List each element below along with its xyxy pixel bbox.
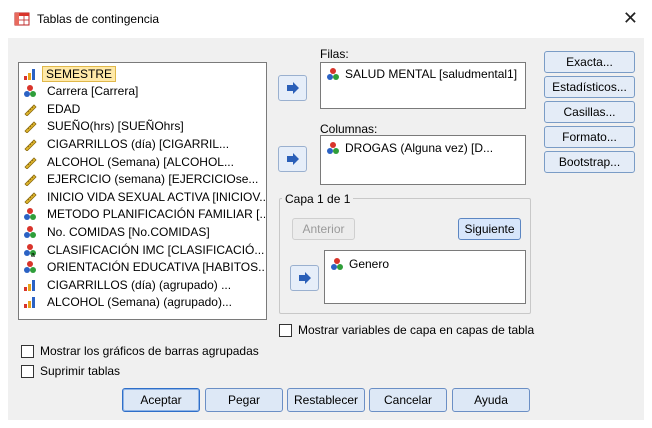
source-variable-list[interactable]: SEMESTRE Carrera [Carrera] EDAD SUEÑO(hrs) … [18, 62, 267, 320]
ordinal-icon [22, 277, 38, 293]
nominal-icon [22, 259, 38, 275]
move-to-layer-button[interactable] [290, 265, 319, 291]
nominal-icon [22, 206, 38, 222]
reset-button[interactable]: Restablecer [287, 388, 365, 412]
variable-label: CLASIFICACIÓN IMC [CLASIFICACIÓ... [47, 242, 265, 257]
variable-list-item[interactable]: SUEÑO(hrs) [SUEÑOhrs] [22, 118, 265, 135]
variable-label: INICIO VIDA SEXUAL ACTIVA [INICIOV... [47, 189, 265, 204]
svg-text:a: a [31, 252, 35, 257]
clustered-bars-label: Mostrar los gráficos de barras agrupadas [40, 344, 259, 358]
suppress-tables-label: Suprimir tablas [40, 364, 121, 378]
variable-list-item[interactable]: CIGARRILLOS (día) (agrupado) ... [22, 276, 265, 293]
variable-label: EDAD [47, 101, 81, 116]
variable-list-item[interactable]: INICIO VIDA SEXUAL ACTIVA [INICIOV... [22, 188, 265, 205]
variable-list-item[interactable]: EJERCICIO (semana) [EJERCICIOse... [22, 171, 265, 188]
title-bar: Tablas de contingencia ✕ [0, 0, 652, 38]
variable-label: EJERCICIO (semana) [EJERCICIOse... [47, 172, 259, 187]
previous-layer-button[interactable]: Anterior [292, 218, 355, 240]
statistics-button[interactable]: Estadísticos... [544, 76, 635, 98]
help-button[interactable]: Ayuda [452, 388, 530, 412]
variable-label: Carrera [Carrera] [47, 84, 139, 99]
layer-variables-checkbox[interactable] [279, 323, 292, 337]
nominal-icon [22, 83, 38, 99]
paste-button[interactable]: Pegar [205, 388, 283, 412]
rows-item-label: SALUD MENTAL [saludmental1] [345, 67, 518, 81]
move-to-columns-button[interactable] [278, 146, 307, 172]
arrow-right-icon [298, 272, 311, 284]
variable-list-item[interactable]: METODO PLANIFICACIÓN FAMILIAR [... [22, 206, 265, 223]
layer-group-title: Capa 1 de 1 [282, 192, 354, 206]
nominal-string-icon: a [22, 242, 38, 258]
scale-icon [22, 189, 38, 205]
nominal-icon [325, 66, 341, 82]
ok-button[interactable]: Aceptar [122, 388, 200, 412]
crosstabs-app-icon [14, 11, 30, 27]
layer-variables-label: Mostrar variables de capa en capas de ta… [298, 323, 535, 337]
nominal-icon [325, 140, 341, 156]
layer-variables-option[interactable]: Mostrar variables de capa en capas de ta… [279, 323, 534, 337]
variable-list-item[interactable]: ALCOHOL (Semana) (agrupado)... [22, 294, 265, 311]
columns-list[interactable]: DROGAS (Alguna vez) [D... [320, 135, 526, 185]
scale-icon [22, 101, 38, 117]
rows-label: Filas: [320, 47, 349, 61]
close-icon[interactable]: ✕ [623, 8, 638, 28]
suppress-tables-option[interactable]: Suprimir tablas [21, 364, 120, 378]
window-title: Tablas de contingencia [37, 12, 160, 26]
format-button[interactable]: Formato... [544, 126, 635, 148]
variable-label: ORIENTACIÓN EDUCATIVA [HABITOS... [47, 260, 265, 275]
exact-button[interactable]: Exacta... [544, 51, 635, 73]
ordinal-icon [22, 294, 38, 310]
variable-label: CIGARRILLOS (día) (agrupado) ... [47, 277, 232, 292]
columns-label: Columnas: [320, 122, 378, 136]
layer-item-label: Genero [349, 257, 390, 271]
nominal-icon [329, 256, 345, 272]
columns-item-label: DROGAS (Alguna vez) [D... [345, 141, 494, 155]
scale-icon [22, 171, 38, 187]
variable-list-item[interactable]: ALCOHOL (Semana) [ALCOHOL... [22, 153, 265, 170]
variable-list-item[interactable]: EDAD [22, 100, 265, 117]
cells-button[interactable]: Casillas... [544, 101, 635, 123]
variable-label: ALCOHOL (Semana) [ALCOHOL... [47, 154, 234, 169]
variable-list-item[interactable]: No. COMIDAS [No.COMIDAS] [22, 223, 265, 240]
ordinal-icon [22, 66, 38, 82]
variable-label: METODO PLANIFICACIÓN FAMILIAR [... [47, 207, 265, 222]
arrow-right-icon [286, 82, 299, 94]
scale-icon [22, 154, 38, 170]
move-to-rows-button[interactable] [278, 75, 307, 101]
bootstrap-button[interactable]: Bootstrap... [544, 151, 635, 173]
variable-label: ALCOHOL (Semana) (agrupado)... [47, 295, 232, 310]
variable-list-item[interactable]: CIGARRILLOS (día) [CIGARRIL... [22, 135, 265, 152]
variable-label: SUEÑO(hrs) [SUEÑOhrs] [47, 119, 184, 134]
variable-list-item[interactable]: a CLASIFICACIÓN IMC [CLASIFICACIÓ... [22, 241, 265, 258]
variable-list-item[interactable]: ORIENTACIÓN EDUCATIVA [HABITOS... [22, 259, 265, 276]
suppress-tables-checkbox[interactable] [21, 364, 34, 378]
variable-label: No. COMIDAS [No.COMIDAS] [47, 224, 210, 239]
variable-list-item[interactable]: SEMESTRE [22, 65, 265, 82]
scale-icon [22, 136, 38, 152]
cancel-button[interactable]: Cancelar [369, 388, 447, 412]
variable-label: SEMESTRE [42, 65, 117, 82]
variable-label: CIGARRILLOS (día) [CIGARRIL... [47, 136, 230, 151]
layer-list[interactable]: Genero [324, 250, 526, 304]
layer-list-item[interactable]: Genero [329, 256, 389, 272]
variable-list-item[interactable]: Carrera [Carrera] [22, 83, 265, 100]
clustered-bars-checkbox[interactable] [21, 344, 34, 358]
rows-list-item[interactable]: SALUD MENTAL [saludmental1] [325, 66, 517, 82]
scale-icon [22, 118, 38, 134]
next-layer-button[interactable]: Siguiente [458, 218, 521, 240]
columns-list-item[interactable]: DROGAS (Alguna vez) [D... [325, 140, 493, 156]
clustered-bars-option[interactable]: Mostrar los gráficos de barras agrupadas [21, 344, 259, 358]
arrow-right-icon [286, 153, 299, 165]
rows-list[interactable]: SALUD MENTAL [saludmental1] [320, 62, 526, 109]
nominal-icon [22, 224, 38, 240]
